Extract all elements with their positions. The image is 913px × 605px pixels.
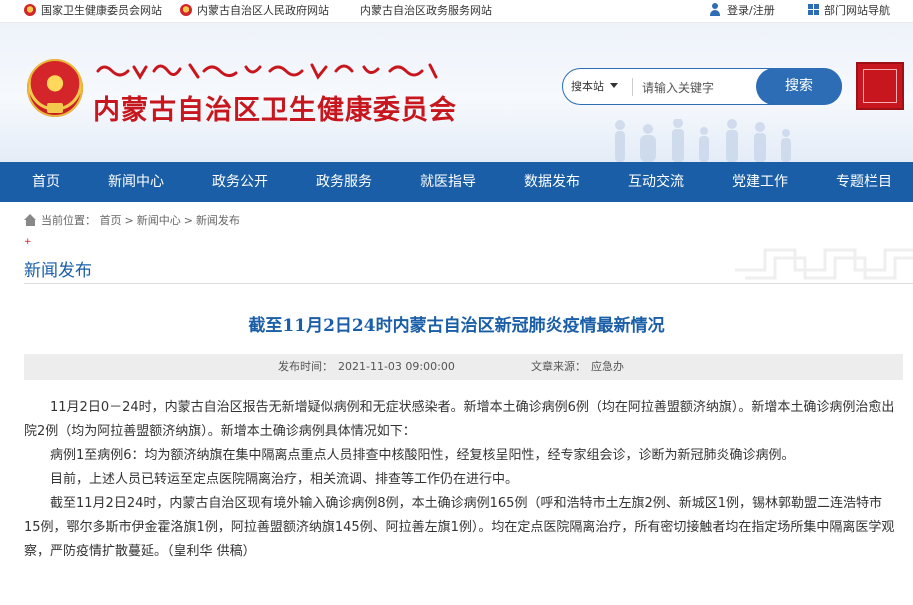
nav-item-party-building[interactable]: 党建工作	[732, 162, 788, 202]
publish-time: 2021-11-03 09:00:00	[338, 360, 455, 373]
article-paragraph: 目前，上述人员已转运至定点医院隔离治疗，相关流调、排查等工作仍在进行中。	[50, 472, 519, 487]
nav-item-data-release[interactable]: 数据发布	[524, 162, 580, 202]
main-nav: 首页 新闻中心 政务公开 政务服务 就医指导 数据发布 互动交流 党建工作 专题…	[0, 162, 913, 202]
nav-item-gov-services[interactable]: 政务服务	[316, 162, 372, 202]
nav-item-gov-affairs-open[interactable]: 政务公开	[212, 162, 268, 202]
pattern-decoration	[735, 248, 913, 280]
article-source: 应急办	[591, 360, 624, 373]
article-body: 11月2日0－24时，内蒙古自治区报告无新增疑似病例和无症状感染者。新增本土确诊…	[24, 396, 897, 564]
home-icon	[24, 214, 37, 226]
calligraphy-seal-logo	[856, 62, 904, 110]
nav-item-home[interactable]: 首页	[32, 162, 60, 202]
grid-icon	[808, 4, 819, 15]
site-header: 内蒙古自治区卫生健康委员会 搜本站 搜索	[0, 23, 913, 162]
nav-item-interaction[interactable]: 互动交流	[628, 162, 684, 202]
search-scope-select[interactable]: 搜本站	[571, 78, 618, 94]
national-emblem-logo	[27, 59, 83, 117]
caret-down-icon	[610, 83, 618, 88]
breadcrumb-home[interactable]: 首页	[100, 214, 122, 227]
nav-item-special-topics[interactable]: 专题栏目	[836, 162, 892, 202]
link-imgov-website[interactable]: 内蒙古自治区人民政府网站	[180, 3, 329, 19]
emblem-icon	[24, 4, 36, 16]
red-plus-mark: +	[24, 237, 32, 247]
dept-nav-link[interactable]: 部门网站导航	[808, 3, 890, 19]
search-input[interactable]	[640, 76, 754, 100]
article-meta-bar: 发布时间： 2021-11-03 09:00:00 文章来源： 应急办	[24, 354, 903, 380]
publish-time-label: 发布时间：	[278, 360, 333, 373]
login-register-link[interactable]: 登录/注册	[709, 3, 775, 19]
breadcrumb-news-center[interactable]: 新闻中心	[137, 214, 181, 227]
section-divider	[24, 283, 913, 284]
site-title: 内蒙古自治区卫生健康委员会	[93, 95, 457, 126]
nav-item-medical-guide[interactable]: 就医指导	[420, 162, 476, 202]
article-paragraph: 病例1至病例6：均为额济纳旗在集中隔离点重点人员排查中核酸阳性，经复核呈阳性，经…	[50, 448, 795, 463]
section-title: 新闻发布	[24, 261, 92, 281]
top-utility-bar: 国家卫生健康委员会网站 内蒙古自治区人民政府网站 内蒙古自治区政务服务网站 登录…	[0, 0, 913, 23]
mongolian-script-title	[96, 63, 438, 80]
nav-item-news-center[interactable]: 新闻中心	[108, 162, 164, 202]
emblem-icon	[180, 4, 192, 16]
link-nhc-website[interactable]: 国家卫生健康委员会网站	[24, 3, 162, 19]
article-paragraph: 11月2日0－24时，内蒙古自治区报告无新增疑似病例和无症状感染者。新增本土确诊…	[24, 400, 895, 439]
people-silhouette-decoration	[615, 119, 791, 162]
breadcrumb: 当前位置： 首页 > 新闻中心 > 新闻发布	[24, 213, 240, 229]
breadcrumb-news-release[interactable]: 新闻发布	[196, 214, 240, 227]
search-button[interactable]: 搜索	[756, 68, 842, 105]
source-label: 文章来源：	[531, 360, 586, 373]
link-gov-service-website[interactable]: 内蒙古自治区政务服务网站	[360, 3, 492, 19]
user-icon	[709, 3, 722, 16]
search-divider	[632, 78, 633, 96]
article-paragraph: 截至11月2日24时，内蒙古自治区现有境外输入确诊病例8例，本土确诊病例165例…	[24, 496, 895, 559]
article-title: 截至11月2日24时内蒙古自治区新冠肺炎疫情最新情况	[248, 316, 665, 336]
